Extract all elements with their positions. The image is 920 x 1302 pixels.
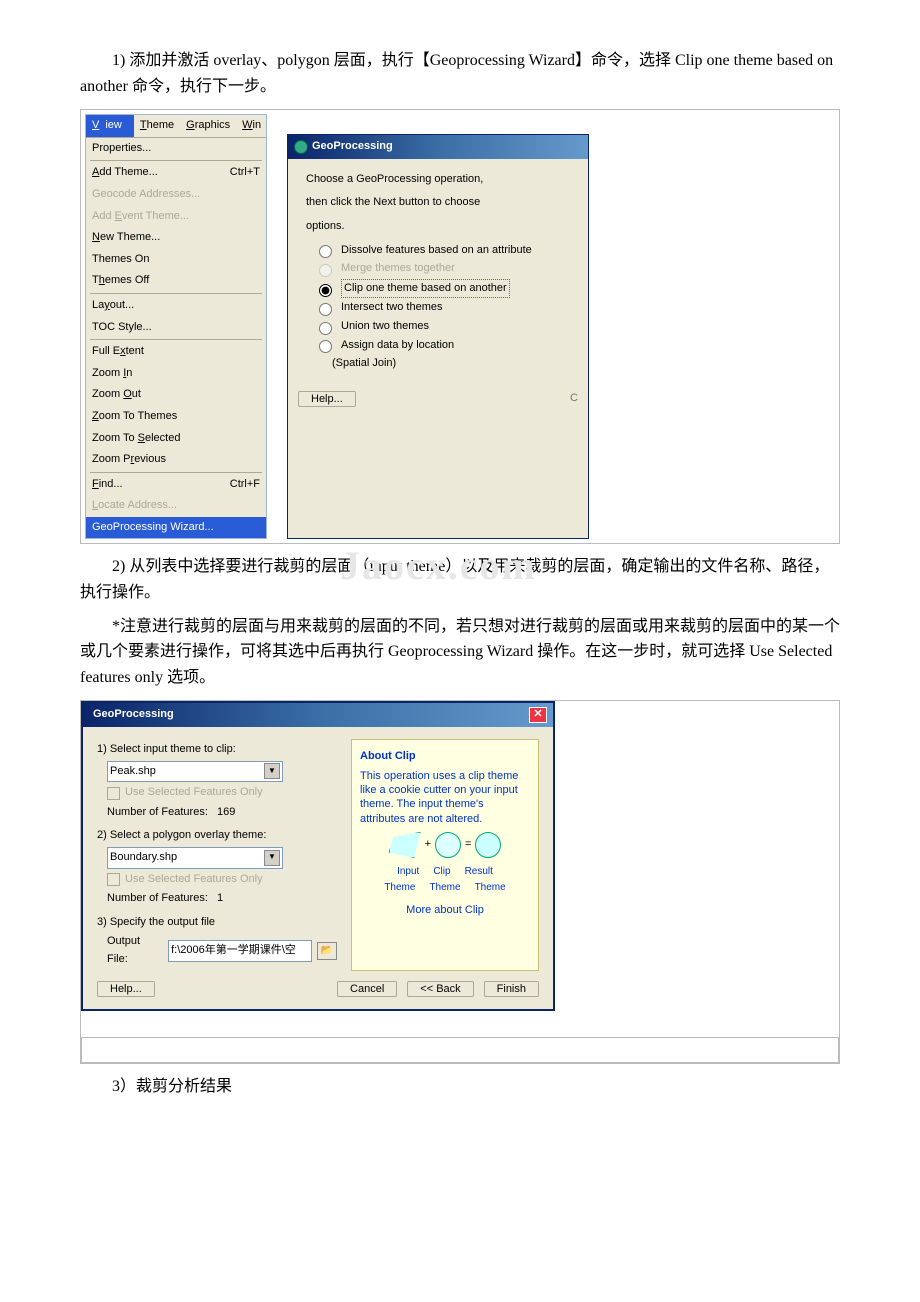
close-button[interactable]: ✕ bbox=[529, 707, 547, 723]
more-about-clip-link[interactable]: More about Clip bbox=[360, 902, 530, 920]
use-selected-chk-2: Use Selected Features Only bbox=[107, 871, 337, 889]
menu-graphics[interactable]: Graphics bbox=[180, 115, 236, 137]
dialog-instruction-1: Choose a GeoProcessing operation, bbox=[306, 171, 570, 189]
next-button-cut: C bbox=[570, 390, 578, 408]
dialog-title-text: GeoProcessing bbox=[312, 138, 393, 156]
radio-spatial-join-label: (Spatial Join) bbox=[332, 355, 570, 373]
radio-intersect[interactable]: Intersect two themes bbox=[314, 299, 570, 317]
diagram-labels-row2: ThemeThemeTheme bbox=[360, 880, 530, 896]
dropdown-icon: ▼ bbox=[264, 763, 280, 779]
browse-button[interactable]: 📂 bbox=[317, 942, 337, 960]
about-clip-title: About Clip bbox=[360, 748, 530, 766]
menu-item-zoom-themes[interactable]: Zoom To Themes bbox=[86, 406, 266, 428]
globe-icon bbox=[294, 140, 308, 154]
menu-item-add-event: Add Event Theme... bbox=[86, 206, 266, 228]
geoprocessing-dialog-step1: GeoProcessing Choose a GeoProcessing ope… bbox=[287, 134, 589, 539]
menu-item-layout[interactable]: Layout... bbox=[86, 295, 266, 317]
menu-theme[interactable]: Theme bbox=[134, 115, 180, 137]
menu-item-zoom-out[interactable]: Zoom Out bbox=[86, 384, 266, 406]
help-button[interactable]: Help... bbox=[298, 391, 356, 407]
figure-2-container: GeoProcessing ✕ 1) Select input theme to… bbox=[80, 700, 840, 1063]
menu-item-new-theme[interactable]: New Theme... bbox=[86, 227, 266, 249]
input-theme-icon bbox=[389, 832, 421, 858]
menu-item-find[interactable]: Find...Ctrl+F bbox=[86, 474, 266, 496]
radio-dissolve[interactable]: Dissolve features based on an attribute bbox=[314, 242, 570, 260]
menu-bar: View Theme Graphics Win bbox=[86, 115, 266, 138]
checkbox-icon bbox=[107, 787, 120, 800]
menu-item-themes-on[interactable]: Themes On bbox=[86, 249, 266, 271]
paragraph-1: 1) 添加并激活 overlay、polygon 层面，执行【Geoproces… bbox=[80, 48, 840, 99]
paragraph-3: 3）裁剪分析结果 bbox=[80, 1074, 840, 1100]
paragraph-note: *注意进行裁剪的层面与用来裁剪的层面的不同，若只想对进行裁剪的层面或用来裁剪的层… bbox=[80, 614, 840, 691]
num-features-1: Number of Features: 169 bbox=[107, 804, 337, 822]
equals-icon: = bbox=[465, 836, 471, 854]
dialog-titlebar: GeoProcessing bbox=[288, 135, 588, 159]
paragraph-2: 2) 从列表中选择要进行裁剪的层面（input theme）以及用来裁剪的层面，… bbox=[80, 554, 840, 605]
radio-assign[interactable]: Assign data by location bbox=[314, 337, 570, 355]
empty-placeholder bbox=[81, 1037, 839, 1063]
result-theme-icon bbox=[475, 832, 501, 858]
about-clip-panel: About Clip This operation uses a clip th… bbox=[351, 739, 539, 971]
step3-label: 3) Specify the output file bbox=[97, 914, 337, 932]
back-button[interactable]: << Back bbox=[407, 981, 473, 997]
output-file-input[interactable]: f:\2006年第一学期课件\空 bbox=[168, 940, 312, 962]
step2-label: 2) Select a polygon overlay theme: bbox=[97, 827, 337, 845]
menu-item-toc-style[interactable]: TOC Style... bbox=[86, 317, 266, 339]
dialog-instruction-3: options. bbox=[306, 218, 570, 236]
num-features-2: Number of Features: 1 bbox=[107, 890, 337, 908]
menu-item-add-theme[interactable]: Add Theme...Ctrl+T bbox=[86, 162, 266, 184]
about-clip-desc: This operation uses a clip theme like a … bbox=[360, 769, 530, 826]
menu-window[interactable]: Win bbox=[236, 115, 267, 137]
clip-theme-icon bbox=[435, 832, 461, 858]
view-menu-panel: View Theme Graphics Win Properties... Ad… bbox=[85, 114, 267, 539]
help-button[interactable]: Help... bbox=[97, 981, 155, 997]
menu-item-themes-off[interactable]: Themes Off bbox=[86, 270, 266, 292]
dialog2-left-column: 1) Select input theme to clip: Peak.shp▼… bbox=[97, 739, 337, 971]
dialog2-titlebar: GeoProcessing ✕ bbox=[83, 703, 553, 727]
menu-item-locate: Locate Address... bbox=[86, 495, 266, 517]
radio-union[interactable]: Union two themes bbox=[314, 318, 570, 336]
radio-clip[interactable]: Clip one theme based on another bbox=[314, 279, 570, 299]
menu-item-geowizard[interactable]: GeoProcessing Wizard... bbox=[86, 517, 266, 539]
cancel-button[interactable]: Cancel bbox=[337, 981, 397, 997]
figure-1-container: View Theme Graphics Win Properties... Ad… bbox=[80, 109, 840, 544]
diagram-labels-row1: InputClipResult bbox=[360, 864, 530, 880]
menu-item-full-extent[interactable]: Full Extent bbox=[86, 341, 266, 363]
dropdown-icon: ▼ bbox=[264, 850, 280, 866]
finish-button[interactable]: Finish bbox=[484, 981, 539, 997]
menu-item-geocode: Geocode Addresses... bbox=[86, 184, 266, 206]
radio-merge: Merge themes together bbox=[314, 260, 570, 278]
clip-diagram: + = bbox=[360, 832, 530, 858]
use-selected-chk-1: Use Selected Features Only bbox=[107, 784, 337, 802]
dialog-instruction-2: then click the Next button to choose bbox=[306, 194, 570, 212]
dialog2-title-text: GeoProcessing bbox=[93, 706, 174, 724]
overlay-theme-dropdown[interactable]: Boundary.shp▼ bbox=[107, 847, 283, 869]
menu-item-zoom-in[interactable]: Zoom In bbox=[86, 363, 266, 385]
output-file-label: Output File: bbox=[107, 933, 163, 968]
menu-item-zoom-prev[interactable]: Zoom Previous bbox=[86, 449, 266, 471]
geoprocessing-dialog-step2: GeoProcessing ✕ 1) Select input theme to… bbox=[81, 701, 555, 1010]
menu-item-zoom-selected[interactable]: Zoom To Selected bbox=[86, 428, 266, 450]
checkbox-icon bbox=[107, 873, 120, 886]
menu-view[interactable]: View bbox=[86, 115, 134, 137]
step1-label: 1) Select input theme to clip: bbox=[97, 741, 337, 759]
plus-icon: + bbox=[425, 836, 431, 854]
menu-item-properties[interactable]: Properties... bbox=[86, 138, 266, 160]
input-theme-dropdown[interactable]: Peak.shp▼ bbox=[107, 761, 283, 783]
